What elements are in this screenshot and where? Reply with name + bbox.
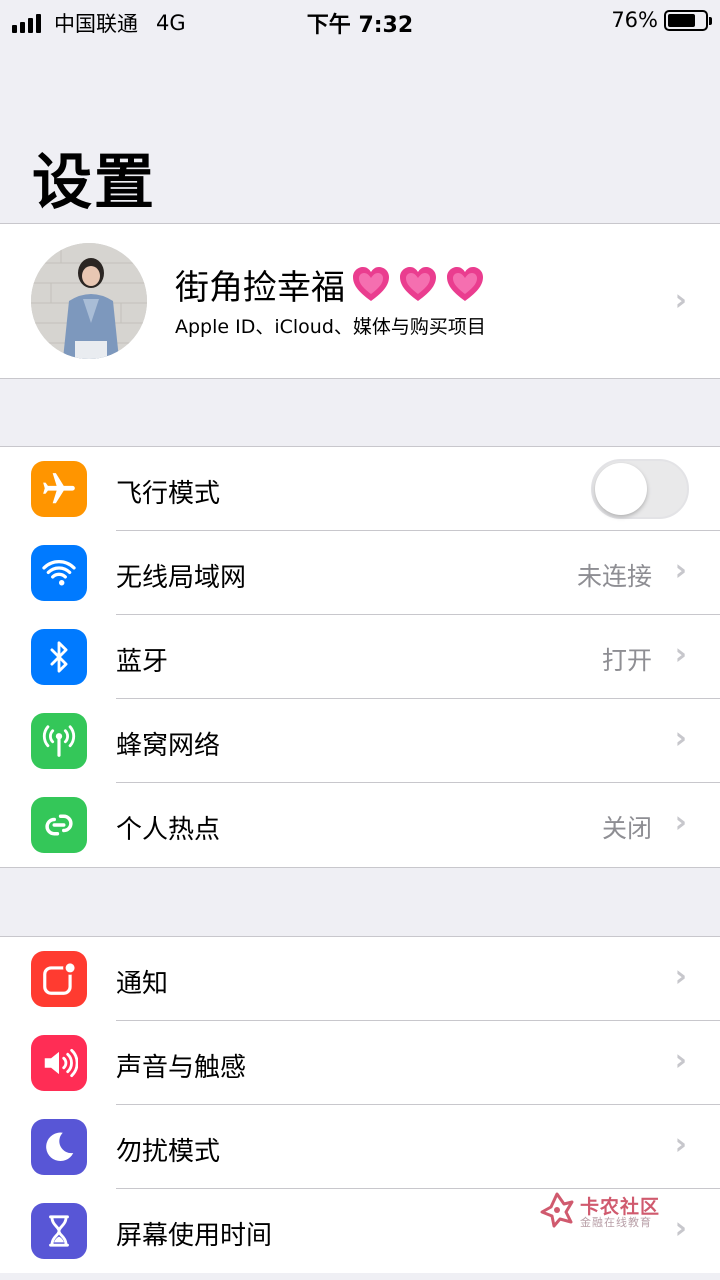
do-not-disturb-row[interactable]: 勿扰模式 › (0, 1105, 720, 1189)
watermark: 卡农社区 金融在线教育 (540, 1192, 710, 1232)
apple-id-profile-row[interactable]: 街角捡幸福 Apple ID、iCloud、媒体与购买项目 › (0, 223, 720, 379)
row-label: 勿扰模式 (116, 1137, 221, 1167)
airplane-mode-row: 飞行模式 (0, 447, 720, 531)
sound-icon (31, 1035, 87, 1091)
chevron-right-icon: › (674, 1127, 687, 1162)
chevron-right-icon: › (674, 959, 687, 994)
profile-name: 街角捡幸福 (175, 268, 345, 308)
sound-row[interactable]: 声音与触感 › (0, 1021, 720, 1105)
chevron-right-icon: › (674, 721, 687, 756)
heart-emoji (351, 266, 492, 304)
wifi-status: 未连接 (576, 562, 652, 591)
row-label: 蓝牙 (116, 647, 169, 677)
connectivity-group: 飞行模式 无线局域网 未连接 › 蓝牙 打开 › 蜂窝网络 › 个人热点 关闭 … (0, 446, 720, 868)
wifi-row[interactable]: 无线局域网 未连接 › (0, 531, 720, 615)
battery-fill (668, 13, 696, 27)
hotspot-row[interactable]: 个人热点 关闭 › (0, 783, 720, 867)
page-title: 设置 (32, 148, 156, 218)
watermark-subtitle: 金融在线教育 (580, 1216, 652, 1229)
chevron-right-icon: › (674, 283, 687, 318)
chevron-right-icon: › (674, 805, 687, 840)
chevron-right-icon: › (674, 637, 687, 672)
row-label: 声音与触感 (116, 1053, 247, 1083)
wifi-icon (31, 545, 87, 601)
cellular-row[interactable]: 蜂窝网络 › (0, 699, 720, 783)
hotspot-icon (31, 797, 87, 853)
battery-icon (664, 9, 712, 31)
row-label: 屏幕使用时间 (116, 1221, 273, 1251)
hotspot-status: 关闭 (601, 814, 652, 843)
bluetooth-icon (31, 629, 87, 685)
cellular-icon (31, 713, 87, 769)
notifications-icon (31, 951, 87, 1007)
row-label: 飞行模式 (116, 479, 221, 509)
heart-icon (353, 266, 389, 301)
row-label: 个人热点 (116, 815, 221, 845)
hourglass-icon (31, 1203, 87, 1259)
watermark-logo-icon (540, 1192, 574, 1228)
heart-icon (447, 266, 483, 301)
bluetooth-status: 打开 (601, 646, 652, 675)
battery-percent: 76% (611, 8, 658, 32)
status-bar: 中国联通 4G 下午 7:32 76% (0, 0, 720, 40)
row-label: 无线局域网 (116, 563, 247, 593)
row-label: 通知 (116, 969, 169, 999)
bluetooth-row[interactable]: 蓝牙 打开 › (0, 615, 720, 699)
moon-icon (31, 1119, 87, 1175)
profile-subtitle: Apple ID、iCloud、媒体与购买项目 (175, 316, 486, 338)
notifications-row[interactable]: 通知 › (0, 937, 720, 1021)
row-label: 蜂窝网络 (116, 731, 221, 761)
avatar (31, 243, 147, 359)
chevron-right-icon: › (674, 1043, 687, 1078)
toggle-knob (595, 463, 647, 515)
airplane-mode-toggle[interactable] (591, 459, 689, 519)
chevron-right-icon: › (674, 553, 687, 588)
heart-icon (400, 266, 436, 301)
airplane-icon (31, 461, 87, 517)
